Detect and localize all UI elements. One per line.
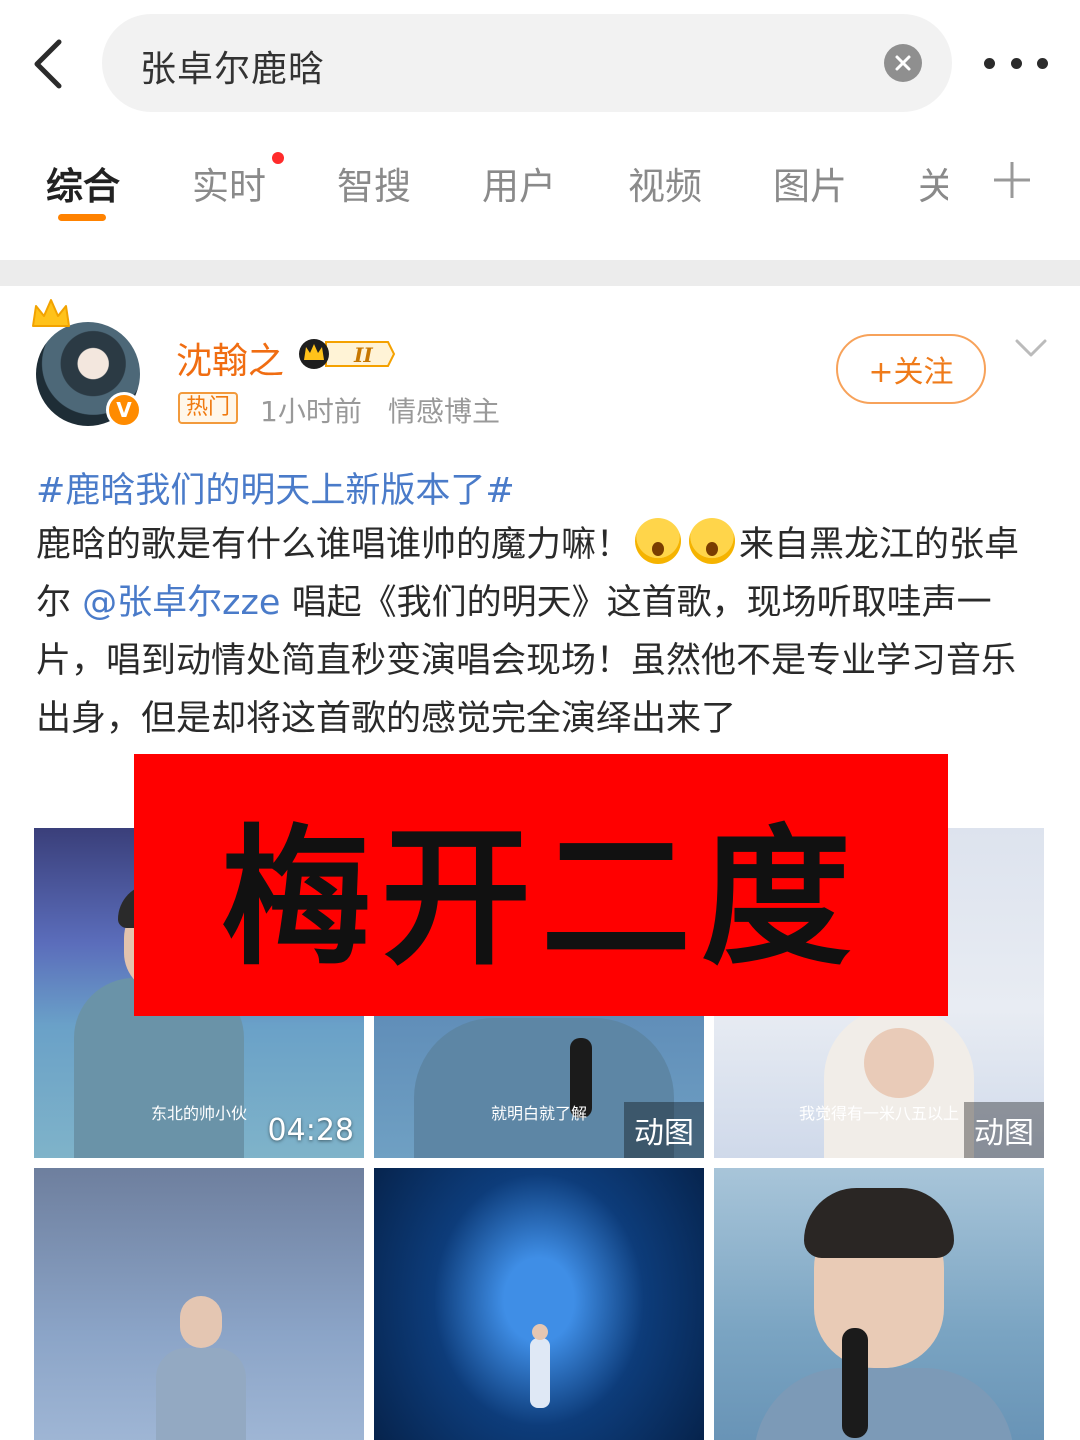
follow-button[interactable]: +关注	[836, 334, 986, 404]
search-query: 张卓尔鹿晗	[140, 49, 326, 90]
video-duration: 04:28	[267, 1113, 354, 1148]
topic-hashtag[interactable]: #鹿晗我们的明天上新版本了#	[36, 462, 515, 513]
post-time: 1小时前	[260, 395, 362, 428]
tab-more[interactable]: 关	[918, 156, 948, 210]
post-text-part1: 鹿晗的歌是有什么谁唱谁帅的魔力嘛！	[36, 525, 632, 565]
tab-realtime[interactable]: 实时	[192, 156, 266, 210]
tab-comprehensive[interactable]: 综合	[46, 156, 120, 210]
hot-tag: 热门	[178, 392, 239, 424]
post-username[interactable]: 沈翰之	[176, 332, 284, 384]
add-tab-icon[interactable]	[990, 158, 1034, 202]
tab-users[interactable]: 用户	[482, 156, 556, 210]
vip-level-text: II	[353, 343, 373, 367]
new-indicator-dot	[272, 152, 284, 164]
top-bar: 张卓尔鹿晗	[0, 0, 1080, 128]
image-thumbnail[interactable]	[34, 1168, 364, 1440]
shocked-emoji-icon	[689, 518, 736, 564]
overlay-text: 梅开二度	[220, 811, 861, 986]
shocked-emoji-icon	[635, 518, 682, 564]
back-arrow-icon[interactable]	[22, 36, 74, 92]
search-input[interactable]: 张卓尔鹿晗	[102, 14, 952, 112]
more-options-icon[interactable]	[984, 48, 1048, 78]
gif-badge: 动图	[964, 1102, 1044, 1158]
crown-icon	[30, 296, 72, 332]
overlay-banner: 梅开二度	[134, 754, 948, 1016]
tab-video[interactable]: 视频	[628, 156, 702, 210]
verified-badge-icon: V	[106, 392, 142, 428]
chevron-down-icon[interactable]	[1014, 336, 1048, 360]
author-role: 情感博主	[388, 395, 501, 428]
image-thumbnail[interactable]	[374, 1168, 704, 1440]
image-thumbnail[interactable]	[714, 1168, 1044, 1440]
avatar[interactable]: V	[30, 296, 154, 432]
post-body: 鹿晗的歌是有什么谁唱谁帅的魔力嘛！ 来自黑龙江的张卓尔 @张卓尔zze 唱起《我们…	[36, 516, 1046, 748]
user-mention-link[interactable]: @张卓尔zze	[82, 583, 280, 623]
clear-search-icon[interactable]	[884, 44, 922, 82]
active-tab-indicator	[58, 214, 106, 221]
search-tabs: 综合 实时 智搜 用户 视频 图片 关	[0, 128, 1080, 260]
gif-badge: 动图	[624, 1102, 704, 1158]
tab-images[interactable]: 图片	[773, 156, 847, 210]
vip-level-badge-icon: II	[296, 336, 396, 372]
section-divider	[0, 260, 1080, 286]
tab-smart-search[interactable]: 智搜	[337, 156, 411, 210]
